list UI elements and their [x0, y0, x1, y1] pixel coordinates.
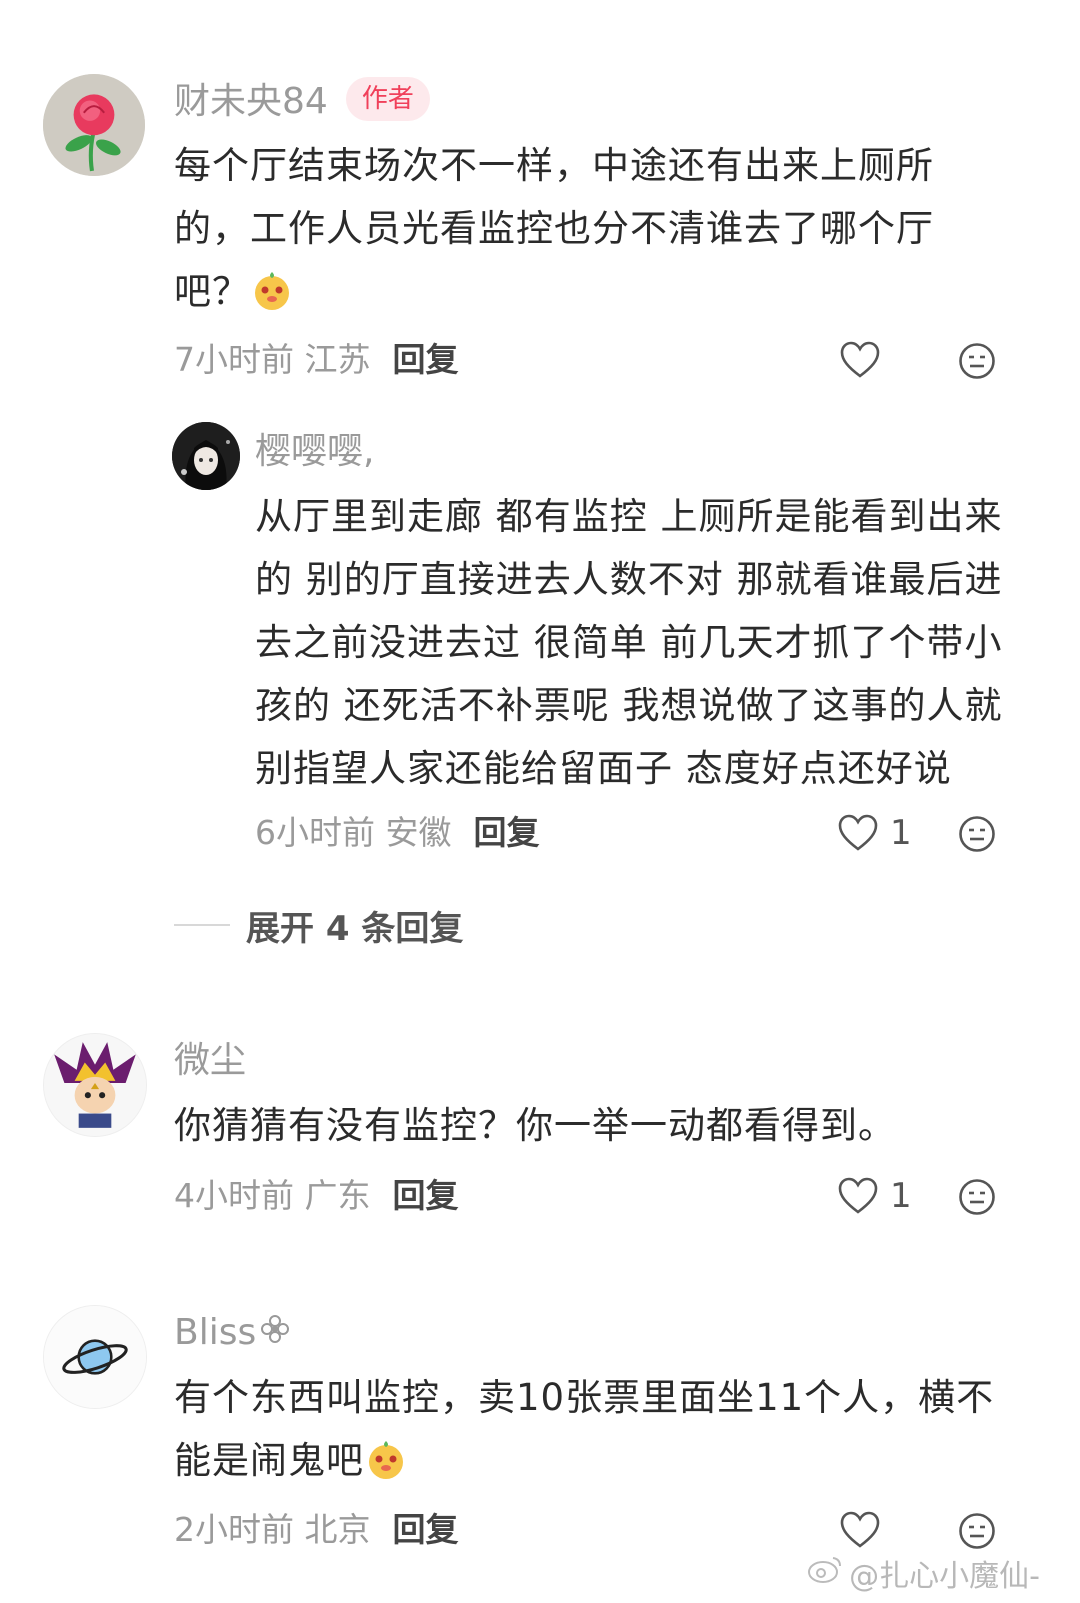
meh-face-icon	[959, 1179, 995, 1215]
author-badge: 作者	[345, 77, 430, 121]
username[interactable]: 财未央84	[174, 81, 328, 122]
avatar[interactable]	[172, 422, 240, 490]
avatar[interactable]	[43, 1305, 147, 1409]
anime-girl-avatar	[172, 422, 240, 490]
smiley-emoji-icon	[250, 268, 294, 312]
planet-icon	[44, 1306, 146, 1408]
username[interactable]: 樱嘤嘤,	[255, 430, 374, 474]
reply-button[interactable]: 回复	[393, 1510, 459, 1549]
comment-text: 你猜猜有没有监控？你一举一动都看得到。	[174, 1104, 896, 1147]
dislike-button[interactable]	[958, 1178, 998, 1218]
expand-replies-button[interactable]: 展开 4 条回复	[174, 900, 463, 950]
smiley-emoji-icon	[364, 1437, 408, 1481]
location: 安徽	[385, 813, 452, 852]
like-button[interactable]	[840, 1508, 880, 1552]
meh-face-icon	[959, 1513, 995, 1549]
meh-face-icon	[959, 816, 995, 852]
location: 广东	[304, 1176, 371, 1215]
timestamp: 6小时前	[255, 813, 375, 852]
comment-text: 有个东西叫监控，卖10张票里面坐11个人，横不能是闹鬼吧	[174, 1376, 995, 1482]
like-count: 1	[890, 1176, 912, 1216]
reply-button[interactable]: 回复	[474, 813, 540, 852]
like-button[interactable]: 1	[838, 1174, 912, 1218]
location: 江苏	[304, 340, 371, 379]
dislike-button[interactable]	[958, 1512, 998, 1552]
username[interactable]: 微尘	[174, 1039, 246, 1083]
like-count: 1	[890, 813, 912, 853]
weibo-icon	[807, 1554, 843, 1592]
timestamp: 2小时前	[174, 1510, 294, 1549]
timestamp: 7小时前	[174, 340, 294, 379]
heart-icon	[840, 341, 880, 378]
yugi-avatar	[44, 1034, 146, 1136]
comment-text: 从厅里到走廊 都有监控 上厕所是能看到出来的 别的厅直接进去人数不对 那就看谁最…	[255, 495, 1003, 790]
watermark: @扎心小魔仙-	[807, 1551, 1040, 1595]
reply-button[interactable]: 回复	[393, 340, 459, 379]
expand-replies-label: 展开 4 条回复	[246, 908, 464, 949]
meh-face-icon	[959, 343, 995, 379]
heart-icon	[838, 814, 878, 851]
heart-icon	[838, 1177, 878, 1214]
flower-icon	[258, 1312, 292, 1357]
watermark-text: @扎心小魔仙-	[849, 1559, 1040, 1594]
username[interactable]: Bliss	[174, 1312, 256, 1353]
rose-icon	[43, 74, 145, 176]
avatar[interactable]	[43, 74, 145, 176]
dislike-button[interactable]	[958, 815, 998, 855]
like-button[interactable]: 1	[838, 811, 912, 855]
heart-icon	[840, 1511, 880, 1548]
timestamp: 4小时前	[174, 1176, 294, 1215]
comment-text: 每个厅结束场次不一样，中途还有出来上厕所的，工作人员光看监控也分不清谁去了哪个厅…	[174, 144, 934, 313]
avatar[interactable]	[43, 1033, 147, 1137]
reply-button[interactable]: 回复	[393, 1176, 459, 1215]
divider-line	[174, 924, 230, 926]
like-button[interactable]	[840, 338, 880, 382]
location: 北京	[304, 1510, 371, 1549]
dislike-button[interactable]	[958, 342, 998, 382]
